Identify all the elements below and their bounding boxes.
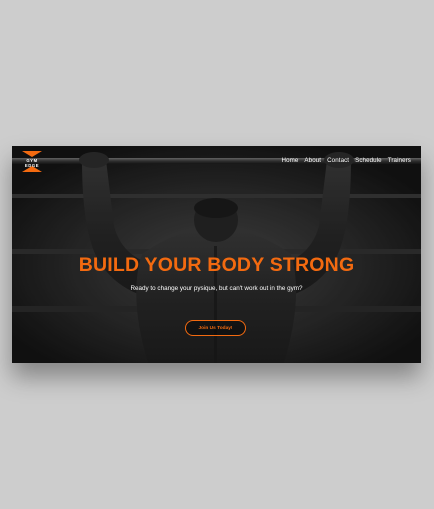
logo-line-2: EDGE — [24, 162, 40, 168]
nav-link-trainers[interactable]: Trainers — [388, 157, 411, 164]
website-preview: GYM EDGE Home About Contact Schedule Tra… — [12, 146, 421, 363]
nav-link-about[interactable]: About — [304, 157, 321, 164]
hero-subtitle: Ready to change your pysique, but can't … — [130, 285, 303, 292]
top-navigation-bar: GYM EDGE Home About Contact Schedule Tra… — [12, 146, 421, 176]
nav-link-contact[interactable]: Contact — [327, 157, 349, 164]
nav-link-home[interactable]: Home — [282, 157, 299, 164]
join-us-button[interactable]: Join Us Today! — [185, 320, 246, 336]
hero-title: BUILD YOUR BODY STRONG — [78, 254, 355, 276]
gym-edge-logo[interactable]: GYM EDGE — [21, 151, 43, 172]
nav-link-schedule[interactable]: Schedule — [355, 157, 382, 164]
main-nav: Home About Contact Schedule Trainers — [282, 157, 411, 164]
